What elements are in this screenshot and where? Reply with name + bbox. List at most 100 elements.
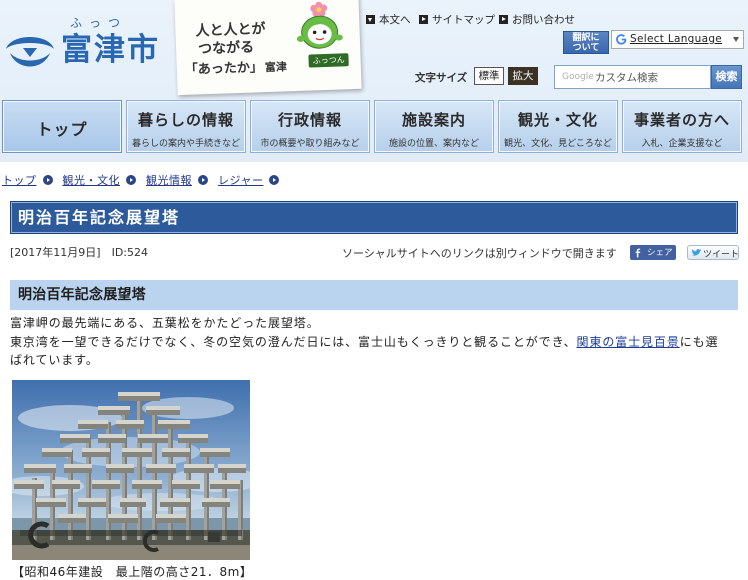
ground-object: [208, 532, 220, 542]
tower-platform-edge: [108, 518, 138, 523]
tower-platform: [202, 498, 230, 502]
chevron-right-icon: [42, 175, 53, 185]
font-size-large-button[interactable]: 拡大: [508, 67, 538, 85]
chevron-right-icon: [269, 175, 280, 185]
breadcrumb-item[interactable]: トップ: [2, 172, 37, 188]
nav-tab-business[interactable]: 事業者の方へ 入札、企業支援など: [622, 100, 742, 153]
tower-platform: [14, 480, 44, 484]
nav-tab-label: トップ: [36, 120, 88, 139]
slogan-line-2: つながる: [197, 39, 255, 58]
tower-platform: [108, 514, 138, 518]
nav-tab-label: 暮らしの情報: [137, 111, 234, 129]
facebook-icon: [635, 248, 641, 258]
translation-info-button[interactable]: 翻訳に ついて: [563, 31, 609, 54]
tower-pillar-shade: [140, 394, 142, 540]
search-input[interactable]: Google カスタム検索: [554, 65, 711, 89]
tower-platform-edge: [42, 452, 72, 457]
intro-sentence: 富津岬の最先端にある、五葉松をかたどった展望塔。: [10, 316, 320, 330]
skip-to-content-link[interactable]: 本文へ: [366, 12, 411, 27]
tower-platform-edge: [210, 484, 240, 489]
twitter-bird-icon: [691, 249, 702, 256]
facebook-share-label: シェア: [647, 248, 673, 258]
tower-platform-edge: [118, 396, 160, 401]
tower-pillar-shade: [71, 450, 73, 540]
mascot-illustration: [296, 1, 343, 49]
tower-platform: [24, 464, 56, 468]
tower-pillar-shade: [207, 450, 209, 540]
social-link-note: ソーシャルサイトへのリンクは別ウィンドウで開きます: [342, 247, 617, 260]
nav-tab-label: 行政情報: [277, 111, 342, 129]
font-size-standard-button[interactable]: 標準: [474, 67, 504, 85]
tower-platform: [172, 480, 200, 484]
tower-platform: [120, 498, 146, 502]
tower-platform: [146, 406, 180, 410]
slogan-banner[interactable]: 人と人とが つながる 「あったか」 富津 ふっつん: [174, 0, 362, 96]
sand: [12, 545, 250, 560]
tower-platform: [116, 420, 144, 424]
tower-platform: [42, 448, 72, 452]
tower-platform: [122, 448, 152, 452]
breadcrumb-item[interactable]: 観光情報: [146, 172, 192, 188]
tower-platform-edge: [178, 438, 208, 443]
section-heading: 明治百年記念展望塔: [18, 287, 146, 303]
sitemap-link[interactable]: サイトマップ: [419, 12, 495, 27]
article-body: 富津岬の最先端にある、五葉松をかたどった展望塔。 東京湾を一望できるだけでなく、…: [10, 314, 730, 370]
tower-platform: [64, 464, 92, 468]
nav-tab-tourism[interactable]: 観光・文化 観光、文化、見どころなど: [498, 100, 618, 153]
tower-platform-edge: [200, 452, 230, 457]
slogan-line-3: 「あったか」 富津: [184, 55, 287, 78]
tower-platform-edge: [146, 410, 180, 415]
logo-city-name[interactable]: 富津市: [61, 30, 160, 70]
breadcrumb: トップ 観光・文化 観光情報 レジャー: [2, 172, 289, 188]
tower-platform-edge: [98, 410, 130, 415]
logo-kana[interactable]: ふっつ: [70, 14, 127, 31]
tower-photo: [12, 380, 250, 560]
tower-platform: [52, 480, 80, 484]
breadcrumb-item[interactable]: 観光・文化: [63, 172, 121, 188]
sitemap-label: サイトマップ: [432, 14, 495, 26]
contact-label: お問い合わせ: [512, 14, 575, 26]
tower-platform: [218, 464, 246, 468]
breadcrumb-item[interactable]: レジャー: [218, 172, 263, 188]
tower-platform-edge: [60, 438, 90, 443]
tower-platform: [146, 464, 176, 468]
tower-platform: [78, 420, 108, 424]
nav-tab-subtitle: 入札、企業支援など: [641, 139, 723, 149]
tower-platform: [210, 480, 240, 484]
google-brand-watermark: Google: [562, 72, 594, 82]
nav-tab-living[interactable]: 暮らしの情報 暮らしの案内や手続きなど: [126, 100, 246, 153]
tower-platform-edge: [78, 424, 108, 429]
photo-caption: 【昭和46年建設 最上階の高さ21．8m】: [12, 565, 253, 579]
mascot-name-label: ふっつん: [308, 53, 349, 68]
tower-platform-edge: [78, 502, 106, 507]
nav-tab-subtitle: 市の概要や取り組みなど: [260, 139, 360, 149]
tower-platform-edge: [202, 502, 230, 507]
tweet-button[interactable]: ツイート: [687, 245, 739, 260]
contact-link[interactable]: お問い合わせ: [499, 12, 575, 27]
city-emblem-icon[interactable]: [3, 29, 57, 73]
fujimi-hyakkei-link[interactable]: 関東の富士見百景: [577, 335, 680, 349]
chevron-down-icon: [733, 37, 739, 42]
skip-to-content-label: 本文へ: [379, 14, 411, 26]
nav-tab-subtitle: 観光、文化、見どころなど: [504, 139, 612, 149]
nav-tab-subtitle: 施設の位置、案内など: [388, 139, 479, 149]
tower-platform-edge: [132, 484, 162, 489]
facebook-share-button[interactable]: シェア: [630, 245, 676, 260]
tower-platform: [82, 448, 110, 452]
search-button[interactable]: 検索: [711, 65, 742, 89]
description-text: 東京湾を一望できるだけでなく、冬の空気の澄んだ日には、富士山もくっきりと観ること…: [10, 334, 577, 349]
nav-tab-administration[interactable]: 行政情報 市の概要や取り組みなど: [250, 100, 370, 153]
font-size-label: 文字サイズ: [415, 72, 468, 84]
nav-tab-top[interactable]: トップ: [2, 100, 122, 153]
nav-tab-label: 施設案内: [401, 111, 466, 129]
tower-platform: [138, 434, 168, 438]
chevron-right-icon: [126, 175, 136, 185]
tower-platform-edge: [98, 438, 126, 443]
tower-platform-edge: [162, 452, 190, 457]
language-select[interactable]: Select Language: [611, 30, 744, 49]
tower-platform-edge: [24, 468, 56, 473]
tower-platform: [162, 448, 190, 452]
nav-tab-facilities[interactable]: 施設案内 施設の位置、案内など: [374, 100, 494, 153]
slogan-futtsu: 富津: [264, 60, 288, 75]
page-id: ID:524: [111, 246, 148, 259]
